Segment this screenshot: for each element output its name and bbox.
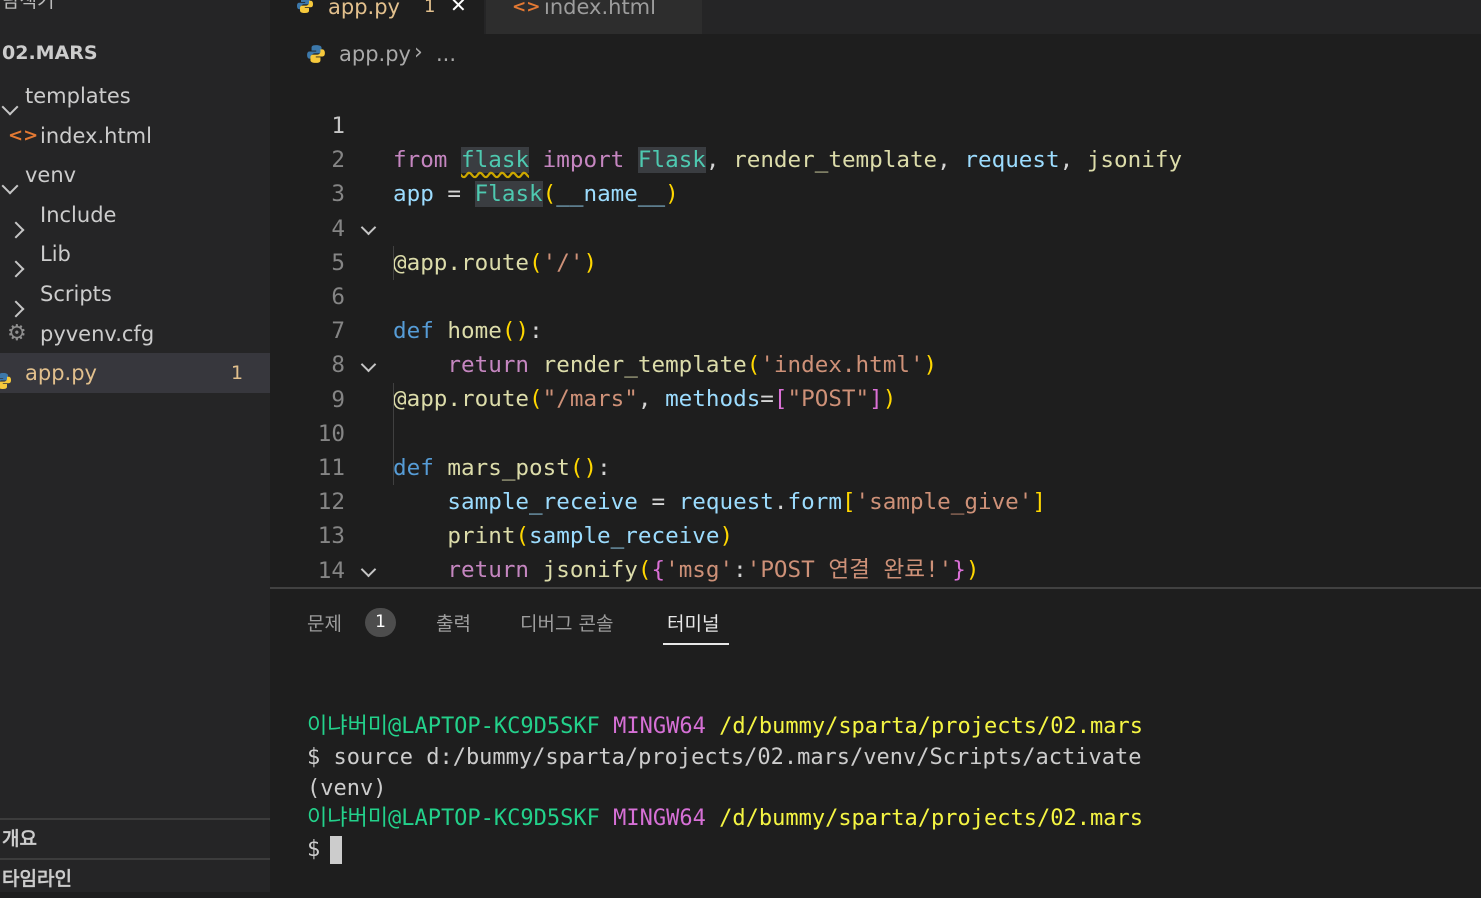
terminal-prompt: $ [307,837,321,862]
code-line[interactable]: 6 return render_template('index.html') [270,246,1481,378]
tree-item-venv[interactable]: venv [0,155,270,195]
fold-chevron-icon[interactable] [360,356,377,373]
code-line[interactable]: 3 [270,143,1481,207]
tab-debug-console[interactable]: 디버그 콘솔 [520,609,613,636]
outline-section-header[interactable]: 개요 [0,818,270,858]
fold-chevron-icon[interactable] [360,561,377,578]
terminal-path: /d/bummy/sparta/projects/02.mars [719,806,1143,831]
breadcrumb-separator: › [414,40,423,65]
code-line[interactable]: 5 def home(): [270,212,1481,344]
tree-item-label: templates [25,84,131,108]
indent-guide [393,417,394,451]
workspace-folder[interactable]: 02.MARS [2,42,98,64]
problem-count-badge: 1 [231,362,244,384]
tab-label: index.html [544,0,656,19]
indent-guide [393,451,394,485]
tree-item-label: pyvenv.cfg [40,322,155,346]
bottom-panel: 문제 1 출력 디버그 콘솔 터미널 이냐버미@LAPTOP-KC9D5SKF … [270,587,1481,894]
tab-problem-badge: 1 [424,0,436,17]
terminal-input-line[interactable]: $ [307,835,343,865]
tab-app-py[interactable]: app.py 1 ✕ [270,0,484,34]
gear-icon: ⚙ [7,321,27,346]
python-icon [0,363,12,403]
tree-item-label: Lib [40,242,71,266]
indent-guide [393,383,394,417]
code-line[interactable]: 13 [270,485,1481,549]
code-line[interactable]: 7 [270,280,1481,344]
code-line[interactable]: 11 print(sample_receive) [270,417,1481,549]
tab-terminal[interactable]: 터미널 [667,609,719,636]
code-line[interactable]: 10 sample_receive = request.form['sample… [270,383,1481,515]
terminal-shell: MINGW64 [613,806,706,831]
tree-item-lib[interactable]: Lib [0,234,270,278]
terminal-user: 이냐버미@LAPTOP-KC9D5SKF [307,714,600,739]
breadcrumb-symbol[interactable]: ... [436,42,456,66]
terminal-user: 이냐버미@LAPTOP-KC9D5SKF [307,806,600,831]
more-actions-icon[interactable]: ··· [216,0,238,12]
html-file-icon: <> [512,0,541,17]
terminal-cursor [330,836,343,864]
tree-item-app-py[interactable]: app.py 1 [0,353,270,393]
tree-item-label: venv [25,163,77,187]
tree-item-label: Include [40,203,117,227]
outline-label: 개요 [2,828,37,850]
python-icon [306,44,326,69]
active-tab-indicator [663,643,729,645]
code-line[interactable]: 2 app = Flask(__name__) [270,109,1481,207]
tree-item-label: index.html [40,124,152,148]
code-line[interactable]: 12 return jsonify({'msg':'POST 연결 완료!'}) [270,451,1481,583]
tree-item-include[interactable]: Include [0,195,270,239]
close-icon[interactable]: ✕ [450,0,467,15]
explorer-header: 탐색기 ··· [0,0,270,16]
timeline-label: 타임라인 [2,868,72,890]
fold-chevron-icon[interactable] [360,219,377,236]
explorer-title: 탐색기 [2,0,55,12]
breadcrumb-file[interactable]: app.py [339,42,411,66]
terminal-prompt-line: 이냐버미@LAPTOP-KC9D5SKF MINGW64 /d/bummy/sp… [307,804,1143,834]
timeline-section-header[interactable]: 타임라인 [0,858,270,898]
code-line[interactable]: 4 @app.route('/') [270,178,1481,276]
terminal-command-line: $ source d:/bummy/sparta/projects/02.mar… [307,745,1142,770]
code-line[interactable]: 14 @app.route("/mars", methods=["GET"]) [270,520,1481,584]
editor-tab-bar: app.py 1 ✕ <> index.html [270,0,1481,34]
tab-problems[interactable]: 문제 [307,609,342,636]
terminal-path: /d/bummy/sparta/projects/02.mars [719,714,1143,739]
tree-item-pyvenv-cfg[interactable]: ⚙ pyvenv.cfg [0,314,270,354]
code-line[interactable]: 8 @app.route("/mars", methods=["POST"]) [270,314,1481,412]
tree-item-scripts[interactable]: Scripts [0,274,270,318]
python-icon [296,0,314,14]
terminal-venv-line: (venv) [307,776,387,801]
code-editor[interactable]: 1 from flask import Flask, render_templa… [270,75,1481,587]
code-line[interactable]: 9 def mars_post(): [270,349,1481,481]
problem-count-badge: 1 [365,608,396,637]
explorer-sidebar: 탐색기 ··· 02.MARS templates <> index.html … [0,0,270,892]
indent-guide [393,246,394,280]
html-file-icon: <> [8,125,39,146]
terminal-prompt-line: 이냐버미@LAPTOP-KC9D5SKF MINGW64 /d/bummy/sp… [307,712,1143,742]
code-line[interactable]: 1 from flask import Flask, render_templa… [270,75,1481,173]
code-line[interactable]: 15 def mars_get(): [270,554,1481,587]
terminal-shell: MINGW64 [613,714,706,739]
tree-item-templates[interactable]: templates [0,76,270,116]
tree-item-label: app.py [25,361,97,385]
tree-item-index-html[interactable]: <> index.html [0,116,270,156]
tree-item-label: Scripts [40,282,112,306]
tab-output[interactable]: 출력 [436,609,471,636]
tab-label: app.py [328,0,400,19]
tab-index-html[interactable]: <> index.html [486,0,702,34]
